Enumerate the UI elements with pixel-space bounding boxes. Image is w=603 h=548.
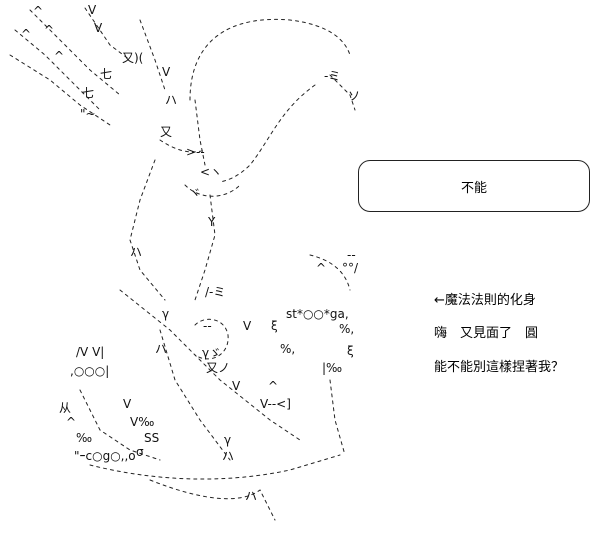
svg-text:^: ^ — [33, 4, 43, 18]
svg-text:V: V — [94, 21, 103, 35]
svg-text:<ヽ: <ヽ — [200, 165, 222, 179]
caption-line-2: 嗨 又見面了 圓 — [434, 326, 539, 341]
svg-text:‰: ‰ — [76, 431, 92, 445]
svg-text:七: 七 — [100, 67, 112, 81]
svg-text:ハ: ハ — [155, 342, 167, 356]
svg-text:%,: %, — [339, 322, 354, 336]
svg-text:V: V — [232, 379, 241, 393]
svg-text:又)(: 又)( — [122, 51, 143, 65]
svg-text:Y: Y — [207, 215, 216, 229]
svg-text:--: -- — [203, 319, 212, 333]
svg-text:V‰: V‰ — [130, 415, 154, 429]
svg-text:ハ: ハ — [165, 93, 177, 107]
ascii-art-figure: V^ V^ ^^ 又)(七 V七 ハ"~ 又>-- <ヽヾ -ミソ Yハ -‐^… — [9, 3, 360, 521]
svg-text:"ｰc○g○,,o: "ｰc○g○,,o — [74, 449, 136, 463]
svg-text:ハ: ハ — [222, 449, 234, 463]
svg-text:V: V — [88, 3, 97, 17]
svg-text:ハ: ハ — [245, 489, 257, 503]
svg-text:|‰: |‰ — [322, 361, 342, 375]
svg-text:从: 从 — [59, 401, 71, 415]
caption-line-1: ←魔法法則的化身 — [434, 293, 536, 308]
svg-text:又ノ: 又ノ — [206, 361, 230, 375]
svg-text:V--<]: V--<] — [260, 397, 291, 411]
svg-text:ハ: ハ — [130, 245, 142, 259]
horn-strand-top-2 — [139, 19, 166, 91]
svg-text:%,: %, — [280, 342, 295, 356]
tail-curl-inner — [219, 84, 316, 183]
svg-text:V: V — [243, 319, 252, 333]
svg-text:st*○○*ga,: st*○○*ga, — [286, 307, 349, 321]
svg-text:>--: >-- — [186, 145, 205, 159]
svg-text:SS: SS — [144, 431, 159, 445]
svg-text:"~: "~ — [80, 107, 96, 121]
svg-text:^: ^ — [54, 49, 64, 63]
svg-text:γゞ: γゞ — [202, 346, 221, 360]
svg-text:γ: γ — [224, 433, 231, 447]
svg-text:ソ: ソ — [348, 89, 360, 103]
svg-text:-‐: -‐ — [347, 248, 356, 262]
svg-text:^: ^ — [66, 415, 76, 429]
svg-text:V: V — [123, 397, 132, 411]
hand-right — [329, 379, 346, 456]
body-left-edge — [129, 159, 166, 301]
svg-text:γ: γ — [162, 307, 169, 321]
speech-bubble: 不能 — [358, 160, 590, 212]
caption-line-3: 能不能別這樣捏著我？ — [434, 360, 565, 375]
svg-text:/V V|: /V V| — [76, 345, 104, 359]
svg-text:°°/: °°/ — [342, 261, 359, 275]
svg-text:ヾ: ヾ — [189, 186, 201, 200]
tail-curl-outer — [189, 18, 351, 101]
svg-text:ξ: ξ — [271, 319, 278, 333]
svg-text:ξ: ξ — [347, 344, 354, 358]
svg-text:又: 又 — [160, 125, 172, 139]
speech-bubble-text: 不能 — [460, 181, 487, 196]
svg-text:,○○○|: ,○○○| — [70, 364, 109, 378]
svg-text:^: ^ — [44, 23, 54, 37]
svg-text:/-ミ: /-ミ — [205, 285, 225, 299]
svg-text:^: ^ — [21, 27, 31, 41]
svg-text:V: V — [162, 65, 171, 79]
svg-text:σ: σ — [136, 445, 144, 459]
svg-text:^: ^ — [268, 379, 278, 393]
svg-text:^: ^ — [316, 261, 326, 275]
svg-text:-ミ: -ミ — [324, 69, 340, 83]
svg-text:七: 七 — [82, 86, 94, 100]
